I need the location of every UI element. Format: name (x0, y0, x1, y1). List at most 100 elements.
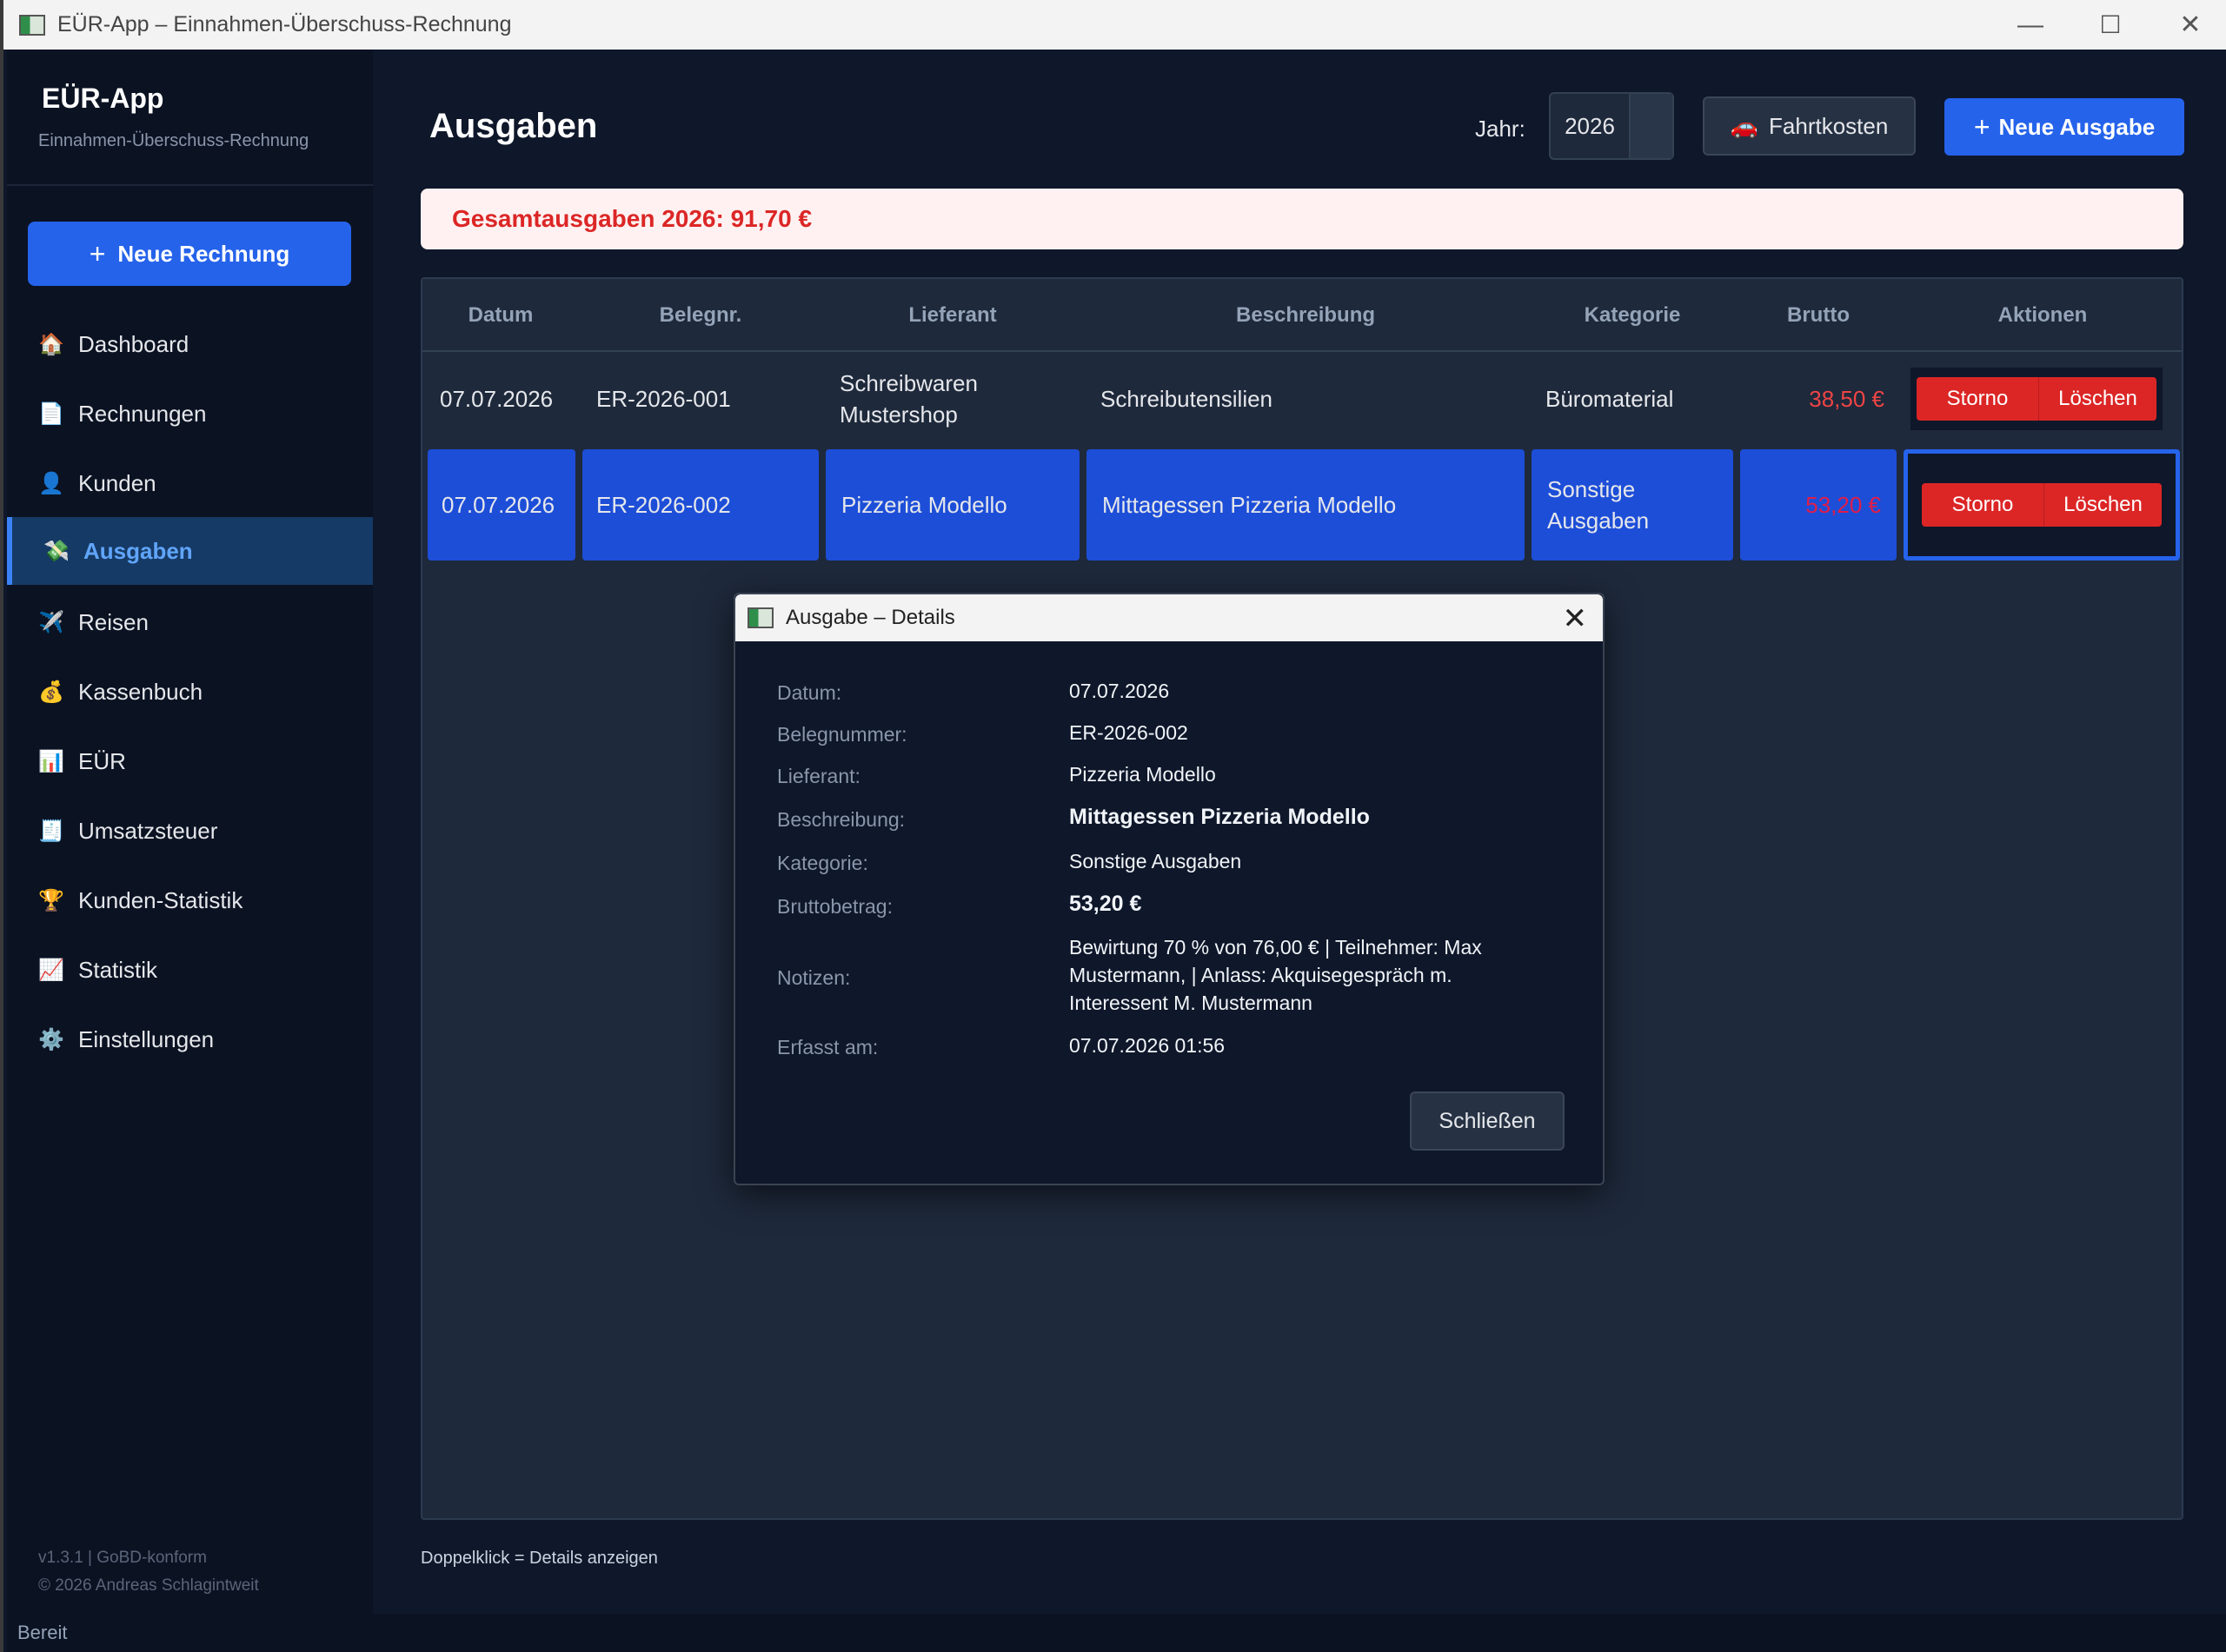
header-brutto[interactable]: Brutto (1737, 279, 1900, 352)
total-summary: Gesamtausgaben 2026: 91,70 € (421, 189, 2183, 249)
value-beschreibung: Mittagessen Pizzeria Modello (1069, 805, 1370, 829)
value-bruttobetrag: 53,20 € (1069, 892, 1142, 916)
version-text: v1.3.1 | GoBD-konform (38, 1549, 207, 1567)
sidebar-item-label: EÜR (78, 747, 126, 774)
header-aktionen: Aktionen (1997, 303, 2088, 327)
airplane-icon: ✈️ (38, 610, 64, 634)
close-icon[interactable]: ✕ (1563, 601, 1588, 636)
sidebar-item-label: Kunden-Statistik (78, 886, 243, 913)
cell-kategorie: Büromaterial (1545, 386, 1674, 412)
dialog-title-bar: Ausgabe – Details ✕ (735, 594, 1603, 641)
cell-beleg: ER-2026-002 (582, 449, 819, 561)
sidebar-divider (7, 184, 373, 186)
label-kategorie: Kategorie: (777, 852, 868, 874)
year-select[interactable]: 2026 (1549, 92, 1674, 160)
cell-datum: 07.07.2026 (440, 386, 554, 412)
table-row-selected[interactable]: 07.07.2026 ER-2026-002 Pizzeria Modello … (422, 449, 2182, 561)
dialog-title: Ausgabe – Details (786, 606, 955, 629)
sidebar-item-euer[interactable]: 📊 EÜR (7, 727, 373, 795)
header-datum[interactable]: Datum (422, 279, 579, 352)
sidebar-item-kassenbuch[interactable]: 💰 Kassenbuch (7, 658, 373, 726)
close-window-button[interactable]: ✕ (2150, 0, 2226, 50)
gear-icon: ⚙️ (38, 1027, 64, 1052)
sidebar-item-reisen[interactable]: ✈️ Reisen (7, 588, 373, 656)
money-bag-icon: 💰 (38, 680, 64, 704)
app-icon (19, 14, 45, 36)
header-kategorie[interactable]: Kategorie (1528, 279, 1737, 352)
cell-brutto: 53,20 € (1740, 449, 1897, 561)
sidebar-item-label: Kunden (78, 469, 156, 496)
app-brand: EÜR-App (42, 83, 164, 114)
new-expense-label: Neue Ausgabe (1998, 113, 2156, 140)
app-icon (748, 607, 774, 628)
close-dialog-button[interactable]: Schließen (1410, 1091, 1565, 1151)
sidebar-item-rechnungen[interactable]: 📄 Rechnungen (7, 380, 373, 448)
value-kategorie: Sonstige Ausgaben (1069, 850, 1242, 872)
maximize-button[interactable]: ☐ (2070, 0, 2150, 50)
user-icon: 👤 (38, 471, 64, 495)
cell-datum: 07.07.2026 (428, 449, 575, 561)
header-beschreibung[interactable]: Beschreibung (1083, 279, 1528, 352)
value-erfasst: 07.07.2026 01:56 (1069, 1034, 1226, 1057)
sidebar-footer: v1.3.1 | GoBD-konform © 2026 Andreas Sch… (38, 1544, 259, 1600)
money-wings-icon: 💸 (43, 539, 70, 563)
storno-button[interactable]: Storno (1917, 377, 2038, 421)
fahrtkosten-button[interactable]: 🚗 Fahrtkosten (1703, 96, 1916, 156)
label-lieferant: Lieferant: (777, 765, 860, 787)
document-icon: 📄 (38, 401, 64, 426)
label-notizen: Notizen: (777, 966, 851, 989)
page-title: Ausgaben (429, 107, 598, 145)
sidebar: EÜR-App Einnahmen-Überschuss-Rechnung + … (7, 50, 373, 1614)
value-lieferant: Pizzeria Modello (1069, 763, 1216, 786)
year-label: Jahr: (1475, 116, 1525, 142)
table-header: Datum Belegnr. Lieferant Beschreibung Ka… (422, 279, 2182, 352)
plus-icon: + (1973, 110, 1990, 143)
label-erfasst: Erfasst am: (777, 1036, 879, 1058)
value-datum: 07.07.2026 (1069, 680, 1170, 702)
plus-icon: + (89, 237, 106, 269)
sidebar-item-kunden[interactable]: 👤 Kunden (7, 449, 373, 517)
cell-brutto: 38,50 € (1809, 386, 1884, 412)
bar-chart-icon: 📊 (38, 749, 64, 773)
double-click-hint: Doppelklick = Details anzeigen (421, 1549, 658, 1568)
minimize-button[interactable]: — (1990, 0, 2070, 50)
table-row[interactable]: 07.07.2026 ER-2026-001 Schreibwaren Must… (422, 354, 2182, 444)
sidebar-item-label: Umsatzsteuer (78, 817, 218, 844)
sidebar-item-statistik[interactable]: 📈 Statistik (7, 936, 373, 1004)
cell-beleg: ER-2026-001 (596, 386, 731, 412)
sidebar-item-label: Einstellungen (78, 1025, 215, 1052)
row-actions: Storno Löschen (1910, 368, 2163, 430)
sidebar-item-einstellungen[interactable]: ⚙️ Einstellungen (7, 1005, 373, 1073)
label-datum: Datum: (777, 681, 842, 704)
header-belegnr[interactable]: Belegnr. (579, 279, 822, 352)
value-notizen: Bewirtung 70 % von 76,00 € | Teilnehmer:… (1069, 936, 1482, 1014)
new-invoice-label: Neue Rechnung (117, 240, 290, 267)
title-bar: EÜR-App – Einnahmen-Überschuss-Rechnung … (3, 0, 2226, 50)
house-icon: 🏠 (38, 332, 64, 356)
cell-beschreibung: Schreibutensilien (1100, 386, 1273, 412)
status-bar: Bereit (7, 1614, 2226, 1652)
copyright-text: © 2026 Andreas Schlagintweit (38, 1576, 259, 1595)
header-lieferant[interactable]: Lieferant (822, 279, 1083, 352)
trophy-icon: 🏆 (38, 888, 64, 912)
label-bruttobetrag: Bruttobetrag: (777, 895, 893, 918)
sidebar-item-kunden-statistik[interactable]: 🏆 Kunden-Statistik (7, 866, 373, 934)
receipt-icon: 🧾 (38, 819, 64, 843)
delete-button[interactable]: Löschen (2038, 377, 2156, 421)
new-expense-button[interactable]: + Neue Ausgabe (1944, 98, 2184, 156)
year-value: 2026 (1551, 94, 1631, 158)
year-spin-button[interactable] (1631, 94, 1672, 158)
sidebar-item-umsatzsteuer[interactable]: 🧾 Umsatzsteuer (7, 797, 373, 865)
value-belegnummer: ER-2026-002 (1069, 721, 1188, 744)
cell-beschreibung: Mittagessen Pizzeria Modello (1086, 449, 1525, 561)
new-invoice-button[interactable]: + Neue Rechnung (28, 222, 351, 286)
sidebar-item-label: Reisen (78, 608, 149, 635)
sidebar-item-label: Kassenbuch (78, 678, 203, 705)
delete-button[interactable]: Löschen (2043, 483, 2162, 527)
sidebar-item-label: Rechnungen (78, 400, 207, 427)
sidebar-item-dashboard[interactable]: 🏠 Dashboard (7, 310, 373, 378)
sidebar-item-ausgaben[interactable]: 💸 Ausgaben (7, 517, 373, 585)
storno-button[interactable]: Storno (1922, 483, 2043, 527)
app-window: EÜR-App – Einnahmen-Überschuss-Rechnung … (0, 0, 2226, 1652)
fahrtkosten-label: Fahrtkosten (1769, 112, 1889, 139)
